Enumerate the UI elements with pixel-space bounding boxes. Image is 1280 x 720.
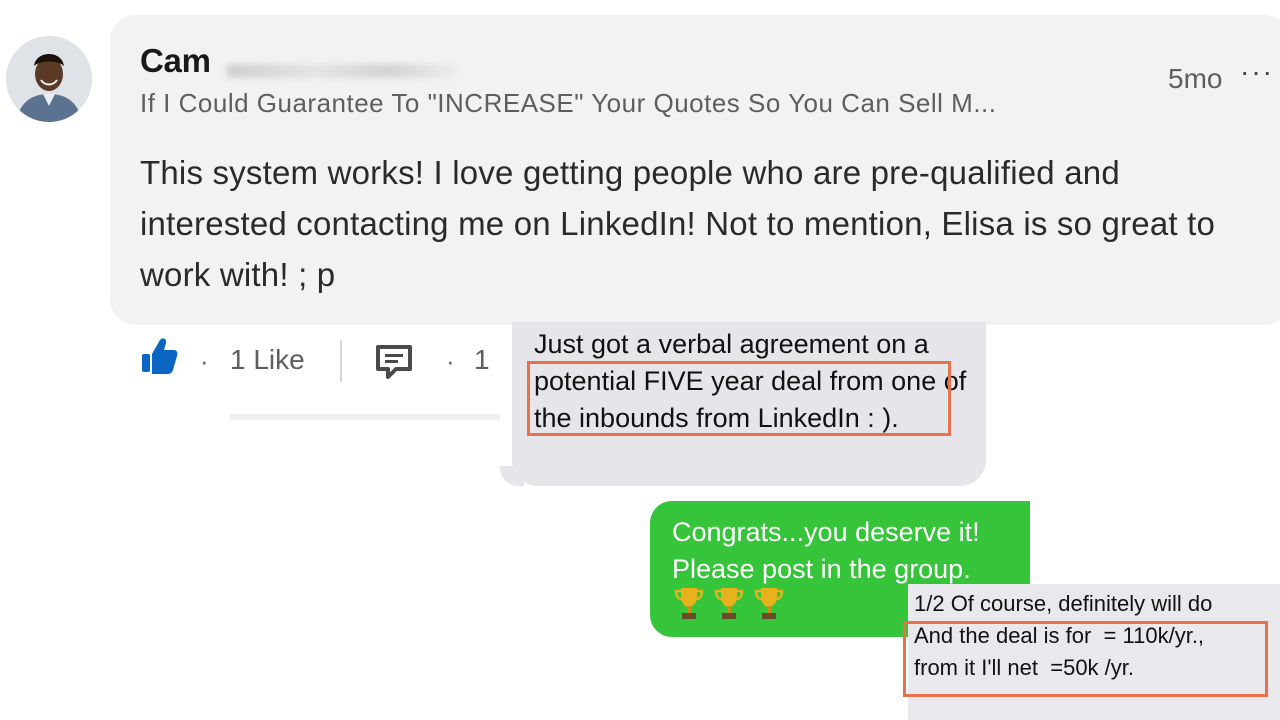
separator-dot: · [446, 346, 455, 376]
outgoing-message-text: Congrats...you deserve it! Please post i… [672, 517, 980, 584]
like-count[interactable]: 1 Like [230, 344, 305, 376]
comment-text: This system works! I love getting people… [140, 154, 1216, 293]
trophy-emoji-group [674, 585, 794, 629]
bubble-tail [500, 466, 524, 486]
separator-dot: · [200, 346, 209, 376]
author-headline: If I Could Guarantee To "INCREASE" Your … [140, 88, 997, 118]
trophy-icon [754, 588, 784, 619]
comment-timestamp: 5mo [1168, 63, 1223, 94]
redacted-author-name [226, 64, 456, 78]
trophy-icon [714, 588, 744, 619]
highlight-box [903, 621, 1268, 697]
reply-count[interactable]: 1 [474, 344, 490, 376]
avatar-photo [6, 36, 92, 122]
reply-comment-icon[interactable] [374, 343, 414, 381]
more-options-icon[interactable]: ··· [1240, 56, 1274, 88]
message-line: 1/2 Of course, definitely will do [914, 591, 1213, 616]
trophy-icon [674, 588, 704, 619]
comment-author[interactable]: Cam [140, 42, 211, 80]
action-divider [340, 340, 342, 382]
divider-line [230, 414, 500, 420]
author-avatar[interactable] [6, 36, 92, 122]
highlight-box [527, 361, 951, 436]
like-thumbs-up-icon[interactable] [140, 336, 178, 376]
